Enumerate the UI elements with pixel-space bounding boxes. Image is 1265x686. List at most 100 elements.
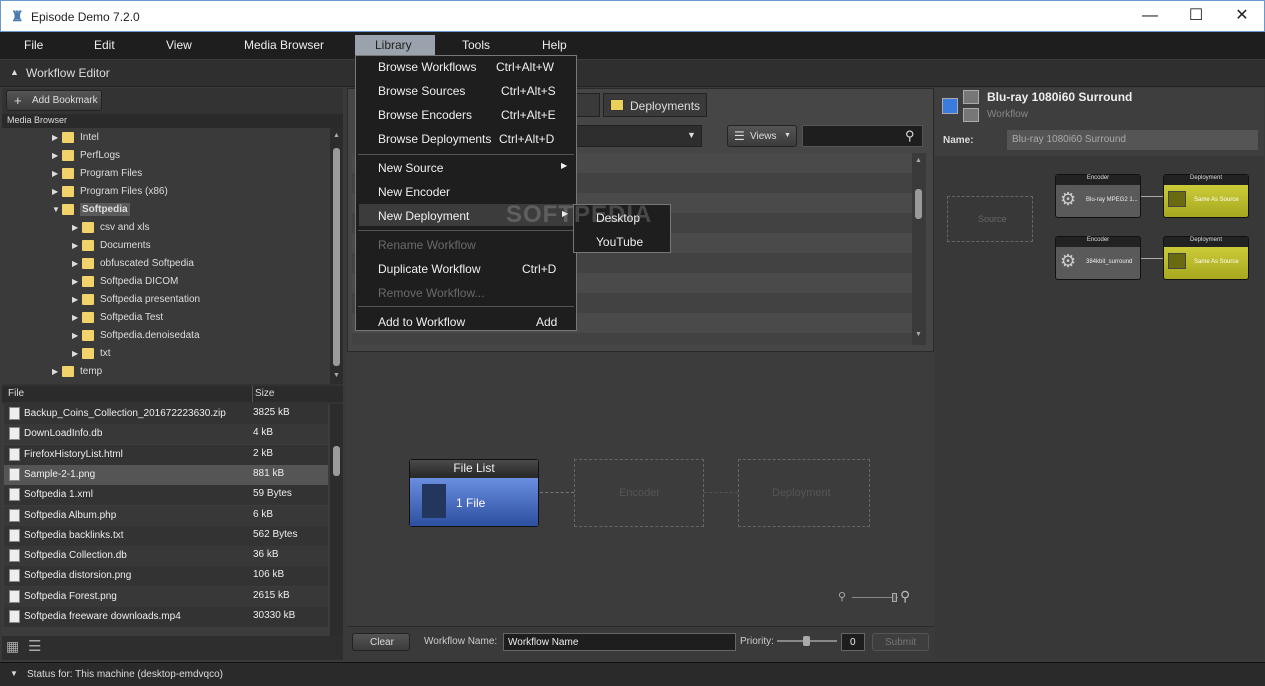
source-node[interactable]: Source (947, 196, 1033, 242)
collapsed-arrow-icon[interactable]: ▶ (72, 331, 82, 340)
file-row[interactable]: Softpedia freeware downloads.mp4 30330 kB (4, 607, 328, 627)
tree-item[interactable]: ▼ Softpedia (52, 203, 130, 222)
tree-item[interactable]: ▶ Softpedia Test (72, 312, 163, 330)
collapsed-arrow-icon[interactable]: ▶ (72, 313, 82, 322)
collapse-icon[interactable]: ▲ (10, 67, 19, 77)
file-row[interactable]: Softpedia backlinks.txt 562 Bytes (4, 525, 328, 546)
menu-item-browse-encoders[interactable]: Browse Encoders (378, 108, 472, 122)
tree-item[interactable]: ▶ obfuscated Softpedia (72, 258, 194, 276)
menu-view[interactable]: View (166, 38, 192, 52)
collapsed-arrow-icon[interactable]: ▶ (52, 169, 62, 178)
search-input[interactable]: ⚲ (802, 125, 923, 147)
tree-item[interactable]: ▶ Softpedia DICOM (72, 276, 178, 294)
workflow-title: Blu-ray 1080i60 Surround (987, 90, 1133, 104)
workflow-name-field[interactable]: Blu-ray 1080i60 Surround (1007, 130, 1258, 150)
file-icon (9, 589, 20, 603)
file-icon (9, 467, 20, 481)
submenu-item-youtube[interactable]: YouTube (596, 235, 643, 249)
gear-icon: ⚙ (1060, 189, 1077, 209)
tree-item[interactable]: ▶ txt (72, 348, 111, 366)
priority-value[interactable]: 0 (841, 633, 865, 651)
collapsed-arrow-icon[interactable]: ▶ (52, 133, 62, 142)
file-row[interactable]: Softpedia Album.php 6 kB (4, 505, 328, 526)
menu-media-browser[interactable]: Media Browser (244, 38, 324, 52)
list-view-icon[interactable]: ☰ (28, 637, 41, 655)
collapsed-arrow-icon[interactable]: ▶ (52, 367, 62, 376)
menu-file[interactable]: File (24, 38, 43, 52)
file-icon (9, 569, 20, 583)
tree-item[interactable]: ▶ Program Files (x86) (52, 186, 168, 204)
deployment-node[interactable]: Deployment Same As Source (1163, 236, 1249, 280)
library-scrollbar[interactable]: ▲ ▼ (912, 153, 926, 345)
encoder-placeholder[interactable]: Encoder (574, 459, 704, 527)
menu-item-add-to-workflow[interactable]: Add to Workflow (378, 315, 465, 329)
file-row[interactable]: Softpedia Forest.png 2615 kB (4, 586, 328, 607)
collapsed-arrow-icon[interactable]: ▶ (52, 151, 62, 160)
menu-item-browse-sources[interactable]: Browse Sources (378, 84, 465, 98)
encoder-node[interactable]: Encoder ⚙ 384kbit_surround (1055, 236, 1141, 280)
encoder-node[interactable]: Encoder ⚙ Blu-ray MPEG2 1... (1055, 174, 1141, 218)
priority-slider[interactable] (777, 636, 837, 646)
collapsed-arrow-icon[interactable]: ▶ (72, 241, 82, 250)
expanded-arrow-icon[interactable]: ▼ (52, 205, 62, 214)
menu-item-new-encoder[interactable]: New Encoder (378, 185, 450, 199)
column-file[interactable]: File (8, 388, 24, 399)
files-scrollbar[interactable] (330, 404, 343, 636)
collapsed-arrow-icon[interactable]: ▶ (52, 187, 62, 196)
tree-item[interactable]: ▶ Program Files (52, 168, 142, 186)
menu-item-browse-workflows[interactable]: Browse Workflows (378, 60, 476, 74)
tree-item[interactable]: ▶ csv and xls (72, 222, 149, 240)
folder-icon (82, 330, 94, 341)
menu-tools[interactable]: Tools (462, 38, 490, 52)
maximize-button[interactable]: ☐ (1173, 1, 1219, 31)
deployment-node[interactable]: Deployment Same As Source (1163, 174, 1249, 218)
tree-item[interactable]: ▶ Softpedia.denoisedata (72, 330, 200, 348)
file-row[interactable]: DownLoadInfo.db 4 kB (4, 424, 328, 445)
folder-icon (62, 168, 74, 179)
menu-item-new-source[interactable]: New Source (378, 161, 443, 175)
submit-button[interactable]: Submit (872, 633, 929, 651)
expand-icon[interactable]: ▼ (10, 669, 18, 678)
grid-view-icon[interactable]: ▦ (6, 638, 19, 655)
file-row[interactable]: Sample-2-1.png 881 kB (4, 464, 328, 485)
tree-scrollbar[interactable]: ▲ ▼ (330, 128, 343, 384)
workflow-icon (942, 98, 958, 114)
collapsed-arrow-icon[interactable]: ▶ (72, 277, 82, 286)
file-row[interactable]: FirefoxHistoryList.html 2 kB (4, 444, 328, 465)
zoom-out-icon[interactable]: ⚲ (838, 590, 846, 603)
tree-item[interactable]: ▶ Softpedia presentation (72, 294, 200, 312)
file-row[interactable]: Softpedia 1.xml 59 Bytes (4, 485, 328, 506)
collapsed-arrow-icon[interactable]: ▶ (72, 223, 82, 232)
clear-button[interactable]: Clear (352, 633, 410, 651)
menu-item-duplicate-workflow[interactable]: Duplicate Workflow (378, 262, 480, 276)
category-select[interactable]: ▼ (576, 125, 702, 147)
menu-library[interactable]: Library (355, 35, 435, 55)
tree-item[interactable]: ▶ temp (52, 366, 102, 384)
collapsed-arrow-icon[interactable]: ▶ (72, 349, 82, 358)
workflow-name-input[interactable]: Workflow Name (503, 633, 736, 651)
file-list-node[interactable]: File List 1 File (409, 459, 539, 527)
menu-edit[interactable]: Edit (94, 38, 115, 52)
zoom-in-icon[interactable]: ⚲ (900, 588, 910, 605)
tree-item[interactable]: ▶ PerfLogs (52, 150, 120, 168)
deployment-placeholder[interactable]: Deployment (738, 459, 870, 527)
tree-item[interactable]: ▶ Documents (72, 240, 151, 258)
zoom-control[interactable]: ⚲ ⚲ (838, 588, 918, 608)
workflow-editor-title: Workflow Editor (26, 66, 110, 80)
menu-help[interactable]: Help (542, 38, 567, 52)
file-row[interactable]: Softpedia Collection.db 36 kB (4, 546, 328, 567)
zoom-slider-handle[interactable] (892, 593, 897, 602)
views-button[interactable]: ☰ Views ▼ (727, 125, 797, 147)
collapsed-arrow-icon[interactable]: ▶ (72, 295, 82, 304)
file-row[interactable]: Backup_Coins_Collection_201672223630.zip… (4, 404, 328, 424)
tab-deployments[interactable]: Deployments (603, 93, 707, 117)
tree-item[interactable]: ▶ Intel (52, 132, 99, 150)
menu-item-browse-deployments[interactable]: Browse Deployments (378, 132, 491, 146)
folder-icon (82, 312, 94, 323)
collapsed-arrow-icon[interactable]: ▶ (72, 259, 82, 268)
close-button[interactable]: ✕ (1219, 1, 1265, 31)
minimize-button[interactable]: — (1127, 1, 1173, 31)
column-size[interactable]: Size (255, 388, 274, 399)
file-row[interactable]: Softpedia distorsion.png 106 kB (4, 566, 328, 587)
add-bookmark-button[interactable]: + Add Bookmark (6, 90, 102, 111)
